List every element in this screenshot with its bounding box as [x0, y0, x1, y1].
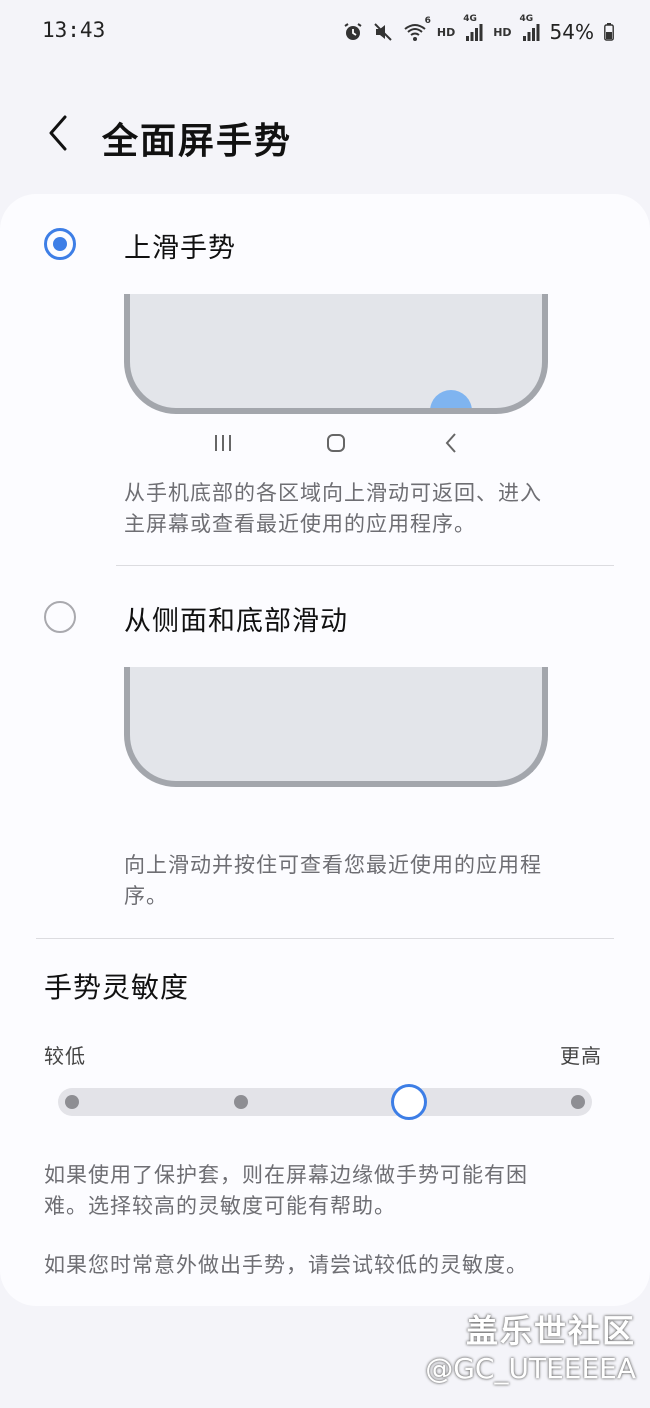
page-title: 全面屏手势 — [102, 121, 293, 162]
slider-step[interactable] — [65, 1095, 79, 1109]
slider-track[interactable] — [58, 1088, 592, 1116]
watermark-handle: @GC_UTEEEEA — [425, 1352, 636, 1385]
sensitivity-low-label: 较低 — [44, 1044, 86, 1068]
note-line: 难。选择较高的灵敏度可能有帮助。 — [44, 1194, 396, 1218]
slider-step[interactable] — [571, 1095, 585, 1109]
wifi-level: 6 — [424, 16, 431, 26]
alarm-icon — [343, 22, 363, 42]
status-bar: 13:43 6 HD 4G HD 4G 54% — [0, 0, 650, 64]
swipe-indicator-dot — [430, 390, 472, 408]
battery-icon — [604, 23, 614, 41]
description-line: 序。 — [124, 884, 168, 908]
chevron-left-icon — [47, 114, 69, 156]
sensitivity-title: 手势灵敏度 — [44, 971, 190, 1004]
battery-percent: 54% — [549, 20, 594, 44]
option-description-swipe-up: 从手机底部的各区域向上滑动可返回、进入 主屏幕或查看最近使用的应用程序。 — [124, 478, 542, 540]
sensitivity-high-label: 更高 — [560, 1044, 602, 1068]
network-type: 4G — [519, 14, 534, 24]
slider-step[interactable] — [234, 1095, 248, 1109]
network-type: 4G — [463, 14, 477, 24]
description-line: 主屏幕或查看最近使用的应用程序。 — [124, 512, 476, 536]
accidental-gesture-note: 如果您时常意外做出手势，请尝试较低的灵敏度。 — [44, 1253, 528, 1277]
note-line: 如果使用了保护套，则在屏幕边缘做手势可能有困 — [44, 1163, 528, 1187]
nav-keys-illustration — [0, 428, 650, 460]
back-button[interactable] — [36, 110, 80, 160]
divider — [36, 938, 614, 939]
hd-badge: HD — [436, 25, 456, 39]
swipe-up-illustration — [124, 294, 548, 414]
signal-icon: 4G — [463, 14, 483, 42]
radio-swipe-up[interactable] — [44, 228, 76, 260]
divider — [116, 565, 614, 566]
home-icon — [321, 428, 351, 458]
recents-icon — [208, 428, 238, 458]
option-label-swipe-up: 上滑手势 — [124, 233, 236, 264]
protective-case-note: 如果使用了保护套，则在屏幕边缘做手势可能有困 难。选择较高的灵敏度可能有帮助。 — [44, 1160, 528, 1222]
mute-icon — [373, 22, 393, 42]
description-line: 从手机底部的各区域向上滑动可返回、进入 — [124, 481, 542, 505]
status-icons: 6 HD 4G HD 4G 54% — [343, 14, 614, 46]
status-time: 13:43 — [42, 18, 106, 42]
radio-side-bottom[interactable] — [44, 601, 76, 633]
description-line: 向上滑动并按住可查看您最近使用的应用程 — [124, 853, 542, 877]
hd-badge: HD — [493, 25, 512, 39]
side-bottom-illustration — [124, 667, 548, 787]
watermark-brand: 盖乐世社区 — [465, 1312, 636, 1350]
slider-thumb[interactable] — [391, 1084, 427, 1120]
back-nav-icon — [436, 428, 466, 458]
wifi-icon: 6 — [403, 16, 431, 42]
option-description-side-bottom: 向上滑动并按住可查看您最近使用的应用程 序。 — [124, 850, 542, 912]
option-label-side-bottom: 从侧面和底部滑动 — [124, 606, 348, 637]
signal-icon: 4G — [520, 14, 540, 42]
